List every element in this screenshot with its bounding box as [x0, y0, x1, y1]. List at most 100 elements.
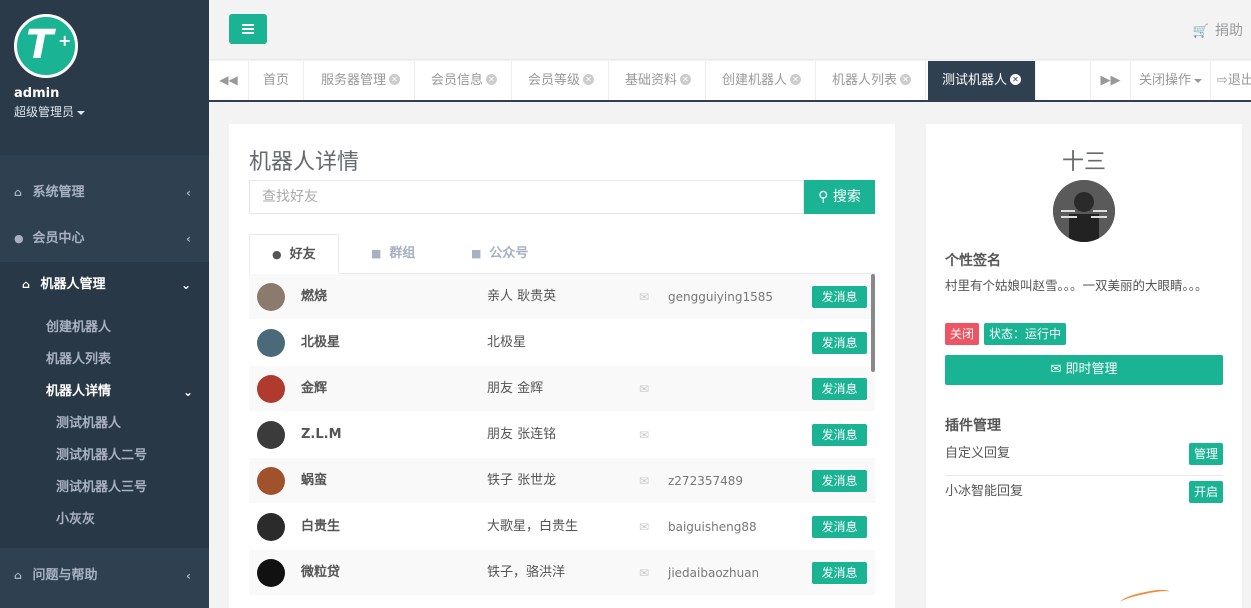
- sidebar-subitem-robot-detail[interactable]: 机器人详情 ⌄: [0, 376, 209, 408]
- instant-manage-button[interactable]: ✉ 即时管理: [945, 355, 1223, 385]
- tab-official-accounts[interactable]: ■ 公众号: [449, 234, 550, 274]
- friend-name: Z.L.M: [301, 427, 342, 442]
- search-icon: ⚲: [818, 189, 829, 205]
- sidebar-subsubitem-xiaohuihui[interactable]: 小灰灰: [0, 504, 209, 536]
- chevron-down-icon: ⌄: [182, 385, 193, 399]
- envelope-icon: ✉: [1050, 362, 1062, 377]
- donate-link[interactable]: 🛒 捐助: [1193, 20, 1243, 40]
- friend-name: 金辉: [301, 381, 328, 396]
- envelope-icon: ✉: [639, 474, 650, 488]
- friend-account: z272357489: [668, 474, 744, 488]
- tab-label: 公众号: [489, 246, 529, 261]
- sidebar-submenu: 创建机器人 机器人列表 机器人详情 ⌄ 测试机器人 测试机器人二号 测试机器人三…: [0, 308, 209, 548]
- signature-text: 村里有个姑娘叫赵雪。。。一双美丽的大眼睛。。。: [945, 278, 1208, 293]
- plugin-enable-button[interactable]: 开启: [1188, 481, 1223, 503]
- tab-label: 首页: [263, 73, 290, 88]
- list-item: 北极星 北极星 发消息: [249, 320, 875, 366]
- user-role-dropdown[interactable]: 超级管理员: [14, 103, 209, 120]
- sidebar-item-label: 机器人管理: [40, 277, 106, 292]
- plugin-name: 自定义回复: [945, 446, 1011, 461]
- tab-label: 会员信息: [431, 73, 484, 88]
- sidebar-subitem-create-robot[interactable]: 创建机器人: [0, 312, 209, 344]
- sidebar-item-help[interactable]: ⌂ 问题与帮助 ‹: [0, 553, 209, 599]
- send-message-button[interactable]: 发消息: [812, 470, 867, 492]
- tab-groups[interactable]: ■ 群组: [349, 234, 437, 274]
- friend-remark: 铁子 张世龙: [487, 473, 557, 488]
- close-icon[interactable]: ✕: [583, 74, 595, 85]
- username[interactable]: admin: [14, 86, 209, 101]
- avatar: [257, 421, 285, 449]
- send-message-button[interactable]: 发消息: [812, 516, 867, 538]
- cart-icon: 🛒: [1192, 24, 1209, 39]
- envelope-icon: ✉: [639, 566, 650, 580]
- list-scrollbar[interactable]: [871, 274, 875, 372]
- instant-manage-label: 即时管理: [1065, 362, 1118, 377]
- tabs-scroll-right-button[interactable]: ▶▶: [1090, 61, 1130, 100]
- tab-test-robot[interactable]: 测试机器人 ✕: [928, 61, 1037, 100]
- search-button[interactable]: ⚲ 搜索: [804, 180, 875, 214]
- chevron-down-icon: ⌄: [180, 278, 191, 292]
- user-icon: ●: [272, 248, 282, 261]
- chevron-left-icon: ‹: [186, 569, 191, 583]
- close-icon[interactable]: ✕: [790, 74, 802, 85]
- sidebar-subitem-robot-list[interactable]: 机器人列表: [0, 344, 209, 376]
- envelope-icon: ✉: [639, 428, 650, 442]
- home-icon: ⌂: [14, 186, 22, 199]
- tab-basic-data[interactable]: 基础资料 ✕: [611, 61, 707, 100]
- sidebar-subsubitem-test-robot-2[interactable]: 测试机器人二号: [0, 440, 209, 472]
- close-icon[interactable]: ✕: [486, 74, 498, 85]
- sidebar-subsubitem-test-robot[interactable]: 测试机器人: [0, 408, 209, 440]
- tab-member-level[interactable]: 会员等级 ✕: [514, 61, 610, 100]
- sidebar-item-system[interactable]: ⌂ 系统管理 ‹: [0, 170, 209, 216]
- topbar: 🛒 捐助: [209, 0, 1251, 60]
- close-icon[interactable]: ✕: [900, 74, 912, 85]
- send-message-button[interactable]: 发消息: [812, 424, 867, 446]
- sidebar-subsubitem-test-robot-3[interactable]: 测试机器人三号: [0, 472, 209, 504]
- briefcase-icon: ■: [371, 247, 382, 260]
- avatar: [257, 513, 285, 541]
- list-item: Z.L.M 朋友 张连铭 ✉ 发消息: [249, 412, 875, 458]
- search-button-label: 搜索: [832, 189, 861, 205]
- sidebar-item-label: 会员中心: [32, 231, 85, 246]
- tab-robot-list[interactable]: 机器人列表 ✕: [818, 61, 927, 100]
- tab-member-info[interactable]: 会员信息 ✕: [417, 61, 513, 100]
- close-icon[interactable]: ✕: [1010, 74, 1022, 85]
- robot-avatar: [1053, 180, 1115, 242]
- signature-title: 个性签名: [945, 253, 1001, 269]
- tab-label: 机器人列表: [832, 73, 898, 88]
- search-input[interactable]: 查找好友: [249, 180, 804, 214]
- home-icon: ⌂: [14, 569, 22, 582]
- off-badge[interactable]: 关闭: [945, 323, 980, 345]
- send-message-button[interactable]: 发消息: [812, 286, 867, 308]
- plugin-section-title: 插件管理: [945, 418, 1001, 434]
- logout-button[interactable]: ⇨退出: [1210, 61, 1251, 100]
- tabs-scroll-left-button[interactable]: ◀◀: [209, 61, 249, 100]
- friend-name: 微粒贷: [301, 565, 341, 580]
- envelope-icon: ✉: [639, 382, 650, 396]
- friend-name: 燃烧: [301, 289, 328, 304]
- sidebar-nav: ⌂ 系统管理 ‹ ● 会员中心 ‹ ⌂ 机器人管理 ⌄ 创建机器人 机器人列表 …: [0, 170, 209, 548]
- close-icon[interactable]: ✕: [389, 74, 401, 85]
- friend-remark: 朋友 张连铭: [487, 427, 557, 442]
- list-item: 金辉 朋友 金辉 ✉ 发消息: [249, 366, 875, 412]
- plugin-manage-button[interactable]: 管理: [1188, 443, 1223, 465]
- tab-friends[interactable]: ● 好友: [249, 234, 339, 274]
- tab-label: 基础资料: [625, 73, 678, 88]
- close-ops-dropdown[interactable]: 关闭操作: [1130, 61, 1210, 100]
- friend-remark: 亲人 耿贵英: [487, 289, 557, 304]
- send-message-button[interactable]: 发消息: [812, 332, 867, 354]
- send-message-button[interactable]: 发消息: [812, 562, 867, 584]
- tab-home[interactable]: 首页: [249, 61, 305, 100]
- page-title: 机器人详情: [249, 150, 360, 175]
- send-message-button[interactable]: 发消息: [812, 378, 867, 400]
- close-icon[interactable]: ✕: [680, 74, 692, 85]
- hamburger-icon: [242, 24, 254, 26]
- caret-down-icon: [77, 110, 86, 115]
- tab-server[interactable]: 服务器管理 ✕: [307, 61, 416, 100]
- tab-label: 群组: [389, 246, 416, 261]
- tab-create-robot[interactable]: 创建机器人 ✕: [708, 61, 817, 100]
- sidebar-item-members[interactable]: ● 会员中心 ‹: [0, 216, 209, 262]
- plugin-row: 自定义回复 管理: [945, 439, 1223, 476]
- menu-toggle-button[interactable]: [229, 14, 267, 44]
- sidebar-item-robots[interactable]: ⌂ 机器人管理 ⌄: [0, 262, 209, 308]
